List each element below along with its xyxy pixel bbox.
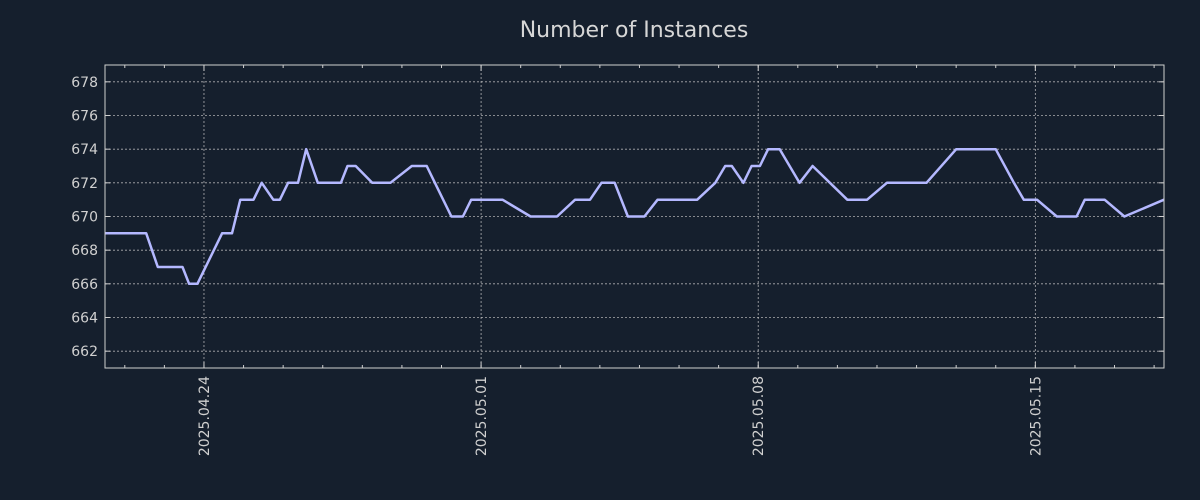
y-tick-label: 662: [71, 344, 98, 360]
chart-title: Number of Instances: [520, 18, 749, 43]
y-tick-label: 670: [71, 210, 98, 226]
y-tick-label: 672: [71, 176, 98, 192]
y-tick-label: 664: [71, 311, 98, 327]
y-tick-label: 676: [71, 109, 98, 125]
y-tick-label: 678: [71, 75, 98, 91]
line-chart: Number of Instances 662 664 666 668 670 672 67…: [71, 18, 1165, 456]
x-tick-label: 2025.04.24: [197, 376, 213, 456]
x-tick-label: 2025.05.08: [751, 376, 767, 456]
x-tick-label: 2025.05.15: [1028, 376, 1044, 456]
x-tick-label: 2025.05.01: [474, 376, 490, 456]
y-tick-label: 668: [71, 243, 98, 259]
y-tick-label: 674: [71, 142, 98, 158]
tick-labels: 662 664 666 668 670 672 674 676 678 2025.04.24 202…: [71, 75, 1044, 456]
y-tick-label: 666: [71, 277, 98, 293]
